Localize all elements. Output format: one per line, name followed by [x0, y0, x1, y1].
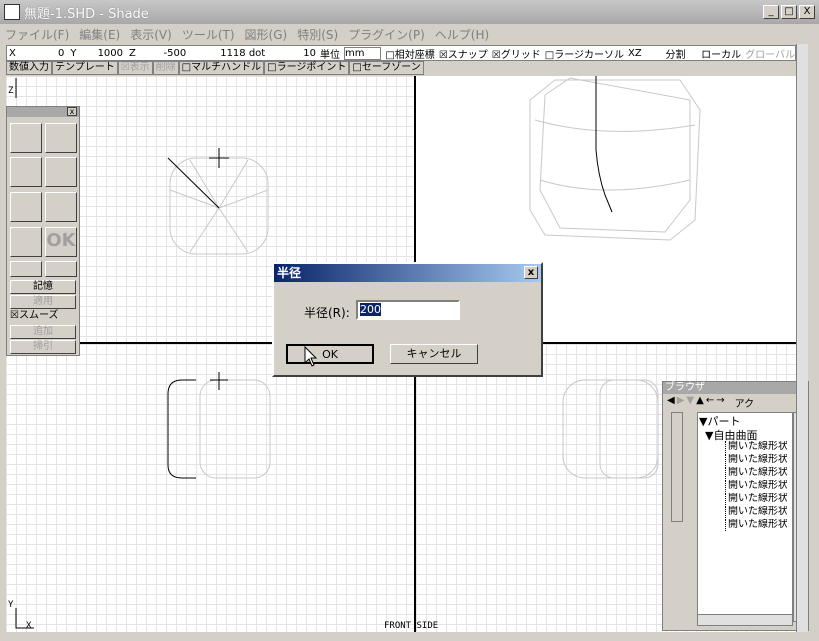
apply-button[interactable]: 適用 — [10, 295, 76, 309]
triangle-small-icon[interactable] — [10, 261, 42, 277]
tree-item[interactable]: 開いた線形状 — [725, 506, 787, 518]
browser-title: ブラウザ — [665, 382, 705, 393]
copy-tool-icon[interactable] — [10, 227, 42, 257]
nav-down-icon[interactable]: ▼ — [686, 395, 694, 407]
cylinder-tool-icon[interactable] — [45, 157, 77, 187]
tree-item[interactable]: 開いた線形状 — [725, 480, 787, 492]
axis-z-label: Z — [8, 86, 14, 96]
pencil-tool-icon[interactable] — [10, 123, 42, 153]
tree-item[interactable]: 開いた線形状 — [725, 467, 787, 479]
browser-toolbar: ◀ ▶ ▼ ▲ ← → アク — [663, 394, 808, 410]
arrow-left-icon[interactable]: ← — [706, 395, 714, 407]
ok-button[interactable]: OK — [286, 344, 374, 364]
cancel-button[interactable]: キャンセル — [390, 344, 478, 364]
axis-x-label: X — [26, 621, 32, 631]
nav-right-icon[interactable]: ▶ — [677, 395, 685, 407]
add-button[interactable]: 追加 — [10, 325, 76, 339]
nav-up-icon[interactable]: ▲ — [696, 395, 704, 407]
dialog-title-bar[interactable]: 半径 x — [274, 264, 541, 282]
remember-button[interactable]: 記憶 — [10, 280, 76, 294]
radius-value: 200 — [360, 303, 381, 316]
browser-slider[interactable] — [671, 412, 683, 522]
browser-hscrollbar[interactable] — [697, 614, 793, 626]
arrow-right-icon[interactable]: → — [716, 395, 724, 407]
tree-item[interactable]: 開いた線形状 — [725, 493, 787, 505]
browser-panel: ブラウザx ◀▶▼▲←→アク ▼パート ▼自由曲面 開いた線形状 開いた線形状 … — [662, 381, 809, 631]
sweep-button[interactable]: 掃引 — [10, 340, 76, 354]
dialog-title: 半径 — [277, 266, 302, 280]
dialog-close-button[interactable]: x — [524, 266, 538, 279]
main-vscrollbar[interactable] — [796, 44, 808, 632]
tree-item[interactable]: 開いた線形状 — [725, 454, 787, 466]
axis-y-label: Y — [8, 600, 14, 610]
line-tool-icon[interactable] — [45, 192, 77, 222]
radius-label: 半径(R): — [304, 306, 350, 320]
move-tool-icon[interactable] — [10, 157, 42, 187]
browser-tab[interactable]: アク — [735, 395, 755, 410]
nav-left-icon[interactable]: ◀ — [667, 395, 675, 407]
tool-palette: x OK 記憶 適用 ☒スムーズ 追加 掃引 — [6, 106, 80, 356]
radius-input[interactable]: 200 — [356, 300, 460, 320]
smooth-checkbox[interactable]: ☒スムーズ — [10, 310, 76, 324]
palette-close-button[interactable]: x — [67, 107, 77, 116]
ok-tool-button[interactable]: OK — [45, 227, 77, 257]
tree-item[interactable]: 開いた線形状 — [725, 441, 787, 453]
viewport-label: FRONT SIDE — [384, 621, 439, 631]
hierarchy-tool-icon[interactable] — [45, 123, 77, 153]
extrude-tool-icon[interactable] — [10, 192, 42, 222]
triangle-large-icon[interactable] — [45, 261, 77, 277]
browser-titlebar[interactable]: ブラウザx — [663, 382, 808, 394]
tree-item[interactable]: 開いた線形状 — [725, 519, 787, 531]
mouse-cursor-icon — [304, 346, 318, 367]
palette-titlebar[interactable]: x — [7, 107, 79, 117]
